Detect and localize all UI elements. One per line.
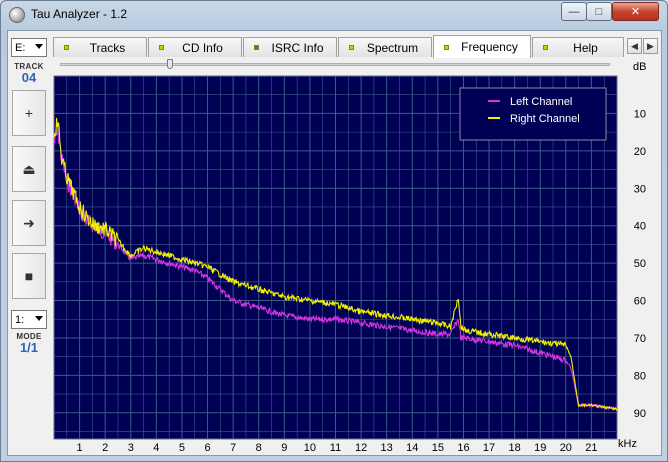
x-tick-label: 13 <box>381 442 393 454</box>
x-tick-label: 10 <box>304 442 316 454</box>
x-tick-label: 11 <box>330 442 341 454</box>
frequency-chart: 1 2 3 4 5 6 7 8 9 10 11 12 13 14 15 16 17 18 19 20 211020304… <box>53 75 646 454</box>
legend-entry: Right Channel <box>510 113 580 125</box>
x-tick-label: 8 <box>256 442 262 454</box>
tab-label: Frequency <box>461 40 518 54</box>
y-tick-label: 40 <box>634 221 646 233</box>
title-bar[interactable]: Tau Analyzer - 1.2 — □ ✕ <box>1 1 667 29</box>
x-tick-label: 21 <box>585 442 597 454</box>
x-tick-label: 18 <box>509 442 521 454</box>
y-tick-label: 60 <box>634 296 646 308</box>
x-tick-label: 6 <box>204 442 210 454</box>
x-tick-label: 20 <box>560 442 572 454</box>
y-tick-label: 10 <box>634 108 646 120</box>
y-tick-label: 70 <box>634 333 646 345</box>
x-tick-label: 16 <box>457 442 469 454</box>
x-tick-label: 2 <box>102 442 108 454</box>
x-tick-label: 3 <box>128 442 134 454</box>
x-tick-label: 5 <box>179 442 185 454</box>
x-tick-label: 19 <box>534 442 546 454</box>
y-tick-label: 20 <box>634 146 646 158</box>
y-tick-label: 30 <box>634 183 646 195</box>
x-tick-label: 15 <box>432 442 444 454</box>
x-tick-label: 12 <box>355 442 367 454</box>
app-window: Tau Analyzer - 1.2 — □ ✕ E: TRACK 04 + ⏏… <box>0 0 668 462</box>
x-tick-label: 14 <box>406 442 418 454</box>
x-tick-label: 17 <box>483 442 495 454</box>
x-tick-label: 1 <box>77 442 83 454</box>
maximize-icon: □ <box>595 5 603 18</box>
window-title: Tau Analyzer - 1.2 <box>31 7 128 21</box>
minimize-icon: — <box>568 5 580 18</box>
y-tick-label: 80 <box>634 370 646 382</box>
tab-frequency[interactable]: Frequency <box>433 35 531 58</box>
y-tick-label: 90 <box>634 408 646 420</box>
x-tick-label: 9 <box>281 442 287 454</box>
x-tick-label: 7 <box>230 442 236 454</box>
app-logo-icon <box>9 7 25 23</box>
client-area: E: TRACK 04 + ⏏ ➜ ■ 1: MODE 1/1 Tracks C… <box>7 30 662 456</box>
minimize-button[interactable]: — <box>561 2 587 21</box>
x-tick-label: 4 <box>153 442 159 454</box>
y-tick-label: 50 <box>634 258 646 270</box>
tab-status-led <box>444 44 449 50</box>
maximize-button[interactable]: □ <box>586 2 612 21</box>
close-icon: ✕ <box>630 6 641 18</box>
legend-entry: Left Channel <box>510 96 572 108</box>
frequency-plot-area: 1 2 3 4 5 6 7 8 9 10 11 12 13 14 15 16 17 18 19 20 21 10 20 30 4… <box>8 31 663 457</box>
close-button[interactable]: ✕ <box>612 2 659 21</box>
